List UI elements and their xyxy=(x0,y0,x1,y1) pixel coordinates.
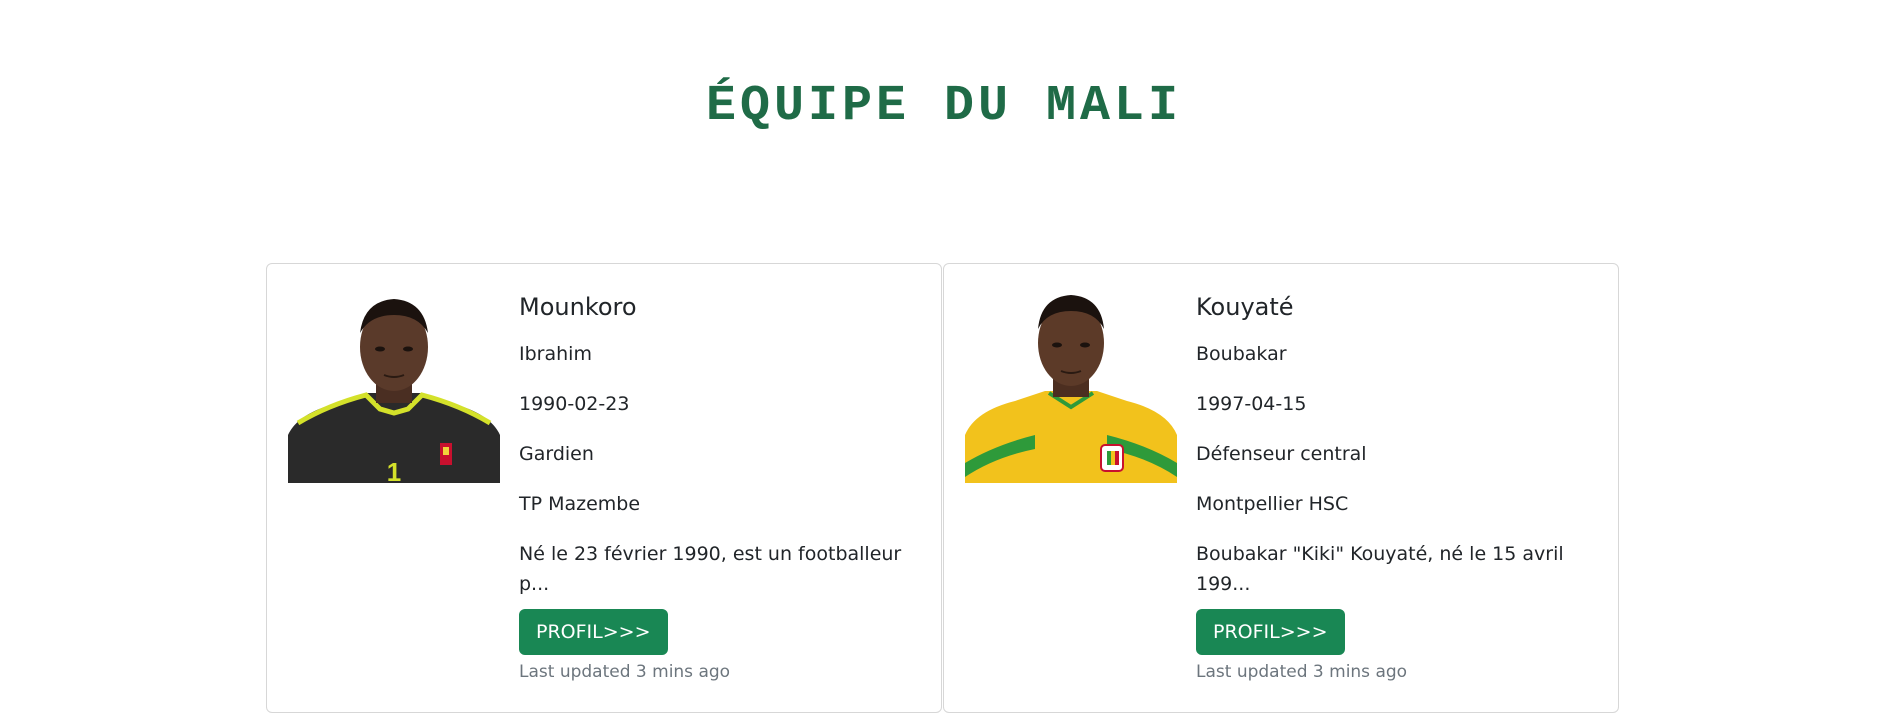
player-birth-date: 1997-04-15 xyxy=(1196,393,1307,415)
last-updated: Last updated 3 mins ago xyxy=(1196,662,1408,682)
player-first-name: Ibrahim xyxy=(519,343,592,365)
last-updated: Last updated 3 mins ago xyxy=(519,662,731,682)
card-body: Kouyaté Boubakar 1997-04-15 Défenseur ce… xyxy=(1196,291,1586,684)
card-body: Mounkoro Ibrahim 1990-02-23 Gardien TP M… xyxy=(519,291,909,684)
player-description: Boubakar "Kiki" Kouyaté, né le 15 avril … xyxy=(1196,543,1564,595)
svg-text:1: 1 xyxy=(387,457,401,483)
player-club: TP Mazembe xyxy=(519,493,641,515)
player-description: Né le 23 février 1990, est un footballeu… xyxy=(519,543,902,595)
player-birth-date: 1990-02-23 xyxy=(519,393,630,415)
page-title: ÉQUIPE DU MALI xyxy=(705,78,1183,135)
player-photo xyxy=(965,285,1177,483)
player-last-name: Kouyaté xyxy=(1196,293,1294,321)
player-card: Kouyaté Boubakar 1997-04-15 Défenseur ce… xyxy=(943,263,1619,713)
profile-button[interactable]: PROFIL>>> xyxy=(519,609,668,655)
player-last-name: Mounkoro xyxy=(519,293,637,321)
player-first-name: Boubakar xyxy=(1196,343,1287,365)
player-cards: 1 Mounkoro Ibrahim 1990-02-23 Gardien TP… xyxy=(266,263,1619,713)
player-position: Gardien xyxy=(519,443,594,465)
profile-button[interactable]: PROFIL>>> xyxy=(1196,609,1345,655)
player-photo: 1 xyxy=(288,285,500,483)
player-club: Montpellier HSC xyxy=(1196,493,1349,515)
player-card: 1 Mounkoro Ibrahim 1990-02-23 Gardien TP… xyxy=(266,263,942,713)
player-position: Défenseur central xyxy=(1196,443,1367,465)
